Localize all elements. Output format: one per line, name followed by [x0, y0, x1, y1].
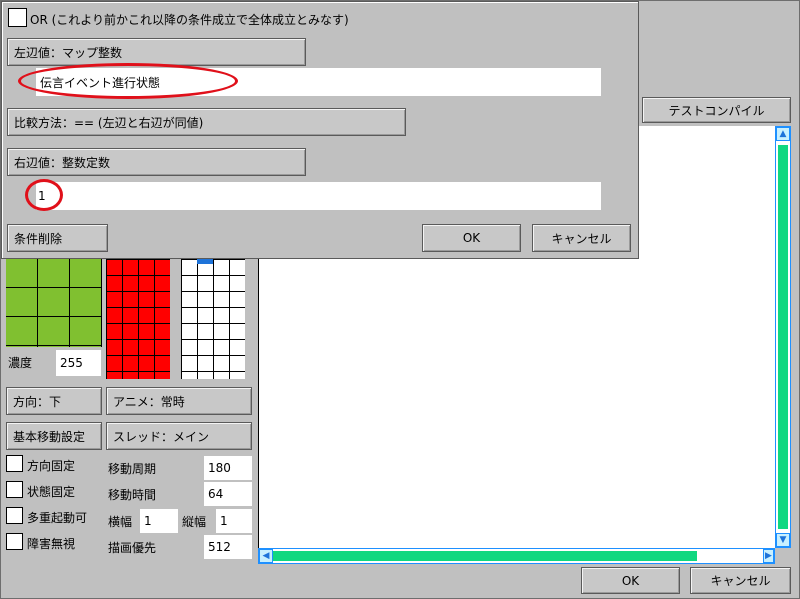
multi-start-checkbox[interactable]	[6, 507, 23, 524]
scroll-left-arrow-icon[interactable]: ◀	[259, 549, 273, 563]
draw-priority-input[interactable]: 512	[204, 535, 252, 559]
editor-horizontal-scrollbar[interactable]: ◀ ▶	[258, 548, 775, 564]
draw-priority-label: 描画優先	[108, 541, 157, 555]
editor-vertical-scrollbar[interactable]: ▲ ▼	[775, 126, 791, 548]
test-compile-button[interactable]: テストコンパイル	[642, 97, 791, 123]
footer-ok-button[interactable]: OK	[581, 567, 680, 594]
dialog-ok-button[interactable]: OK	[422, 224, 521, 252]
vertical-scroll-thumb[interactable]	[778, 145, 788, 529]
multi-start-label: 多重起動可	[27, 511, 88, 525]
direction-fixed-label: 方向固定	[27, 459, 76, 473]
left-value-field[interactable]: 伝言イベント進行状態	[36, 68, 601, 96]
tileset-red-preview[interactable]	[106, 259, 170, 379]
direction-button[interactable]: 方向：下	[6, 387, 102, 415]
or-label: OR (これより前かこれ以降の条件成立で全体成立とみなす)	[30, 13, 349, 27]
or-checkbox[interactable]	[8, 8, 27, 27]
height-label: 縦幅	[182, 515, 207, 529]
left-value-button[interactable]: 左辺値：マップ整数	[7, 38, 306, 66]
scroll-up-arrow-icon[interactable]: ▲	[776, 127, 790, 141]
event-editor-window: テストコンパイル ▲ ▼ ◀ ▶ OK キャンセル 濃度 255 方向：下 アニ…	[0, 0, 800, 599]
density-label: 濃度	[8, 356, 33, 370]
move-time-label: 移動時間	[108, 488, 157, 502]
tile-selection-marker	[197, 259, 213, 264]
thread-button[interactable]: スレッド：メイン	[106, 422, 252, 450]
right-value-button[interactable]: 右辺値：整数定数	[7, 148, 306, 176]
basic-move-settings-button[interactable]: 基本移動設定	[6, 422, 102, 450]
density-input[interactable]: 255	[56, 350, 101, 376]
state-fixed-checkbox[interactable]	[6, 481, 23, 498]
state-fixed-label: 状態固定	[27, 485, 76, 499]
width-input[interactable]: 1	[140, 509, 178, 533]
tileset-white-preview[interactable]	[181, 259, 245, 379]
right-value-field[interactable]: 1	[36, 182, 601, 210]
footer-cancel-button[interactable]: キャンセル	[690, 567, 791, 594]
move-time-input[interactable]: 64	[204, 482, 252, 506]
condition-dialog: OR (これより前かこれ以降の条件成立で全体成立とみなす) 左辺値：マップ整数 …	[1, 1, 639, 259]
dialog-cancel-button[interactable]: キャンセル	[532, 224, 631, 252]
anime-button[interactable]: アニメ：常時	[106, 387, 252, 415]
height-input[interactable]: 1	[216, 509, 252, 533]
ignore-obstacle-checkbox[interactable]	[6, 533, 23, 550]
tileset-green-preview[interactable]	[6, 259, 102, 347]
compare-method-button[interactable]: 比較方法：== (左辺と右辺が同値)	[7, 108, 406, 136]
scroll-right-arrow-icon[interactable]: ▶	[763, 549, 774, 563]
scroll-down-arrow-icon[interactable]: ▼	[776, 533, 790, 547]
horizontal-scroll-thumb[interactable]	[273, 551, 697, 561]
direction-fixed-checkbox[interactable]	[6, 455, 23, 472]
move-period-input[interactable]: 180	[204, 456, 252, 480]
width-label: 横幅	[108, 515, 133, 529]
ignore-obstacle-label: 障害無視	[27, 537, 76, 551]
delete-condition-button[interactable]: 条件削除	[7, 224, 108, 252]
move-period-label: 移動周期	[108, 462, 157, 476]
